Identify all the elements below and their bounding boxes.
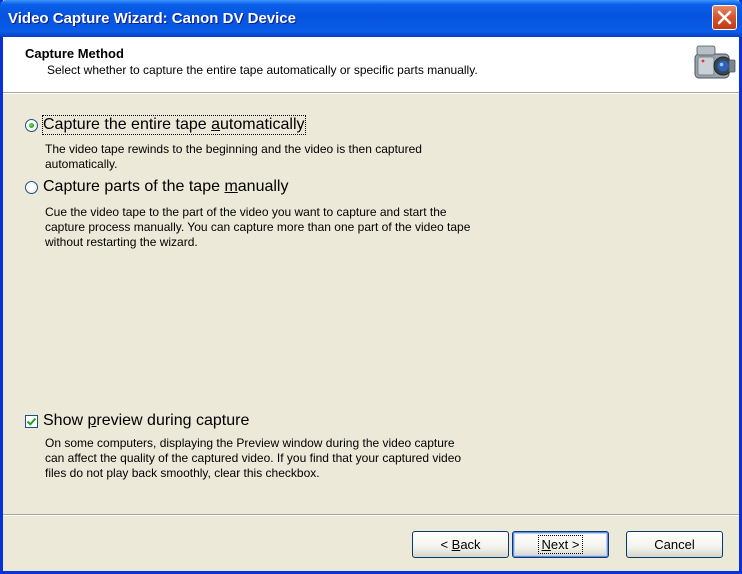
window-title: Video Capture Wizard: Canon DV Device (8, 10, 296, 27)
capture-manual-option[interactable]: Capture parts of the tape manually (25, 178, 288, 196)
next-button[interactable]: Next > (512, 531, 609, 558)
capture-auto-option[interactable]: Capture the entire tape automatically (25, 115, 306, 135)
back-button[interactable]: < Back (412, 531, 509, 558)
close-button[interactable] (712, 5, 737, 30)
footer-divider-highlight (3, 515, 739, 516)
camcorder-icon (689, 40, 739, 88)
header-divider (3, 93, 739, 94)
page-subtitle: Select whether to capture the entire tap… (47, 63, 478, 77)
capture-manual-label[interactable]: Capture parts of the tape manually (43, 178, 288, 196)
cancel-button[interactable]: Cancel (626, 531, 723, 558)
capture-manual-radio[interactable] (25, 180, 38, 194)
show-preview-option[interactable]: Show preview during capture (25, 412, 249, 430)
wizard-window: Video Capture Wizard: Canon DV Device Ca… (0, 0, 742, 574)
show-preview-label[interactable]: Show preview during capture (43, 412, 249, 430)
wizard-header: Capture Method Select whether to capture… (3, 37, 739, 93)
show-preview-description: On some computers, displaying the Previe… (45, 436, 462, 480)
page-title: Capture Method (25, 46, 124, 61)
capture-manual-description: Cue the video tape to the part of the vi… (45, 205, 471, 249)
close-icon (717, 10, 732, 25)
title-bar[interactable]: Video Capture Wizard: Canon DV Device (0, 0, 742, 37)
capture-auto-radio[interactable] (25, 118, 38, 132)
capture-auto-description: The video tape rewinds to the beginning … (45, 142, 422, 171)
show-preview-checkbox[interactable] (25, 414, 38, 428)
capture-auto-label[interactable]: Capture the entire tape automatically (42, 115, 306, 135)
checkmark-icon (26, 417, 37, 426)
